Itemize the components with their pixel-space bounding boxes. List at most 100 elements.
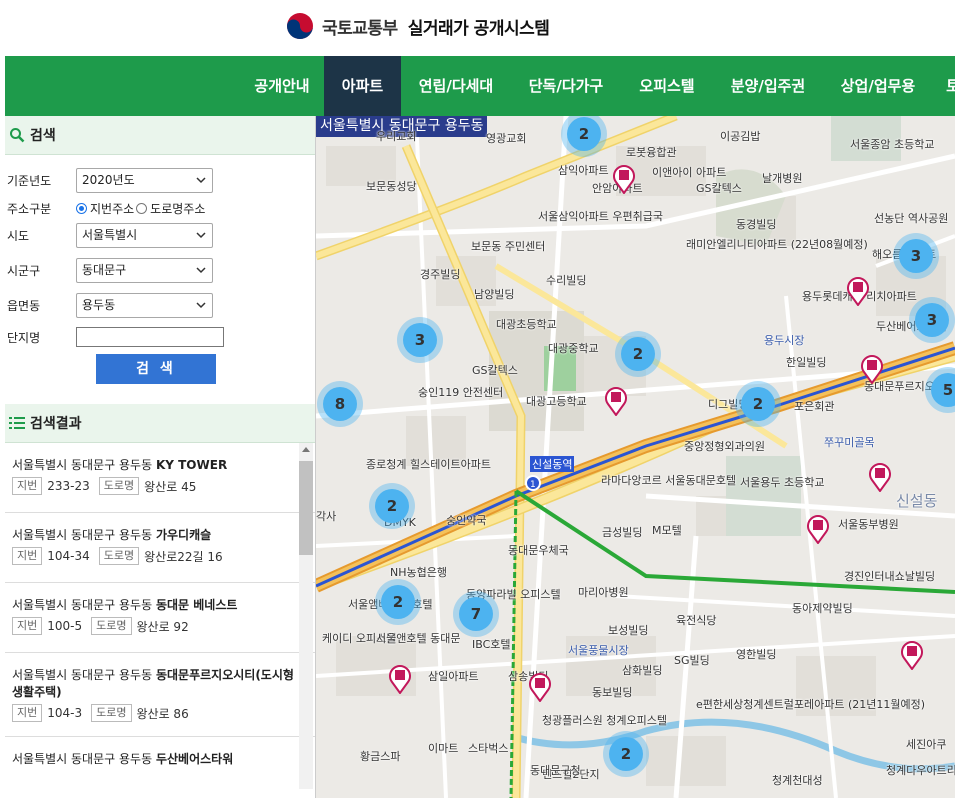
map-label: 남양빌딩 bbox=[474, 288, 515, 301]
trade-cluster[interactable]: 7 bbox=[459, 597, 493, 631]
map-label: 삼화빌딩 bbox=[622, 664, 663, 677]
map-label: 보성빌딩 bbox=[608, 624, 649, 637]
complex-label: 단지명 bbox=[7, 330, 41, 345]
road-value: 왕산로22길 16 bbox=[144, 549, 223, 564]
trade-cluster[interactable]: 8 bbox=[323, 387, 357, 421]
result-item[interactable]: 서울특별시 동대문구 용두동 두산베어스타워 bbox=[5, 737, 315, 789]
search-button[interactable]: 검 색 bbox=[96, 354, 216, 384]
map-label: 삼익아파트 bbox=[558, 164, 609, 177]
map-label: 우리교회 bbox=[376, 130, 417, 143]
map-label: 영한빌딩 bbox=[736, 648, 777, 661]
main-nav: 공개안내 아파트 연립/다세대 단독/다가구 오피스텔 분양/입주권 상업/업무… bbox=[5, 56, 955, 116]
apartment-pin-icon[interactable] bbox=[806, 514, 830, 544]
jibun-tag: 지번 bbox=[12, 617, 43, 635]
sido-select[interactable]: 서울특별시 bbox=[76, 223, 213, 248]
map-label: 영광교회 bbox=[486, 132, 527, 145]
nav-item-detached[interactable]: 단독/다가구 bbox=[511, 56, 621, 116]
jibun-value: 233-23 bbox=[47, 479, 90, 493]
map-label: 대광중학교 bbox=[548, 342, 599, 355]
map-view[interactable]: 1 서울특별시 동대문구 용두동 우리교회 영광교회 보문동성당 서울삼익아파트… bbox=[316, 116, 955, 798]
trade-cluster[interactable]: 2 bbox=[741, 387, 775, 421]
trade-cluster[interactable]: 3 bbox=[899, 239, 933, 273]
nav-item-apartment[interactable]: 아파트 bbox=[324, 56, 401, 116]
map-label: 이마트 bbox=[428, 742, 459, 755]
result-address: 서울특별시 동대문구 용두동 bbox=[12, 528, 153, 542]
dong-select-value: 용두동 bbox=[82, 298, 116, 312]
jibun-tag: 지번 bbox=[12, 704, 43, 722]
jibun-value: 100-5 bbox=[47, 619, 83, 633]
nav-item-notice[interactable]: 공개안내 bbox=[237, 56, 327, 116]
chevron-down-icon bbox=[196, 302, 206, 309]
jibun-radio-label: 지번주소 bbox=[90, 201, 135, 216]
trade-cluster[interactable]: 3 bbox=[403, 323, 437, 357]
result-address: 서울특별시 동대문구 용두동 bbox=[12, 458, 153, 472]
result-address: 서울특별시 동대문구 용두동 bbox=[12, 668, 153, 682]
map-label: 동아제약빌딩 bbox=[792, 602, 853, 615]
chevron-down-icon bbox=[196, 267, 206, 274]
trade-cluster[interactable]: 2 bbox=[567, 117, 601, 151]
map-label: 숭인119 안전센터 bbox=[418, 386, 504, 399]
trade-cluster[interactable]: 3 bbox=[915, 303, 949, 337]
map-label: 대광초등학교 bbox=[496, 318, 557, 331]
trade-cluster[interactable]: 2 bbox=[375, 489, 409, 523]
result-item[interactable]: 서울특별시 동대문구 용두동 동대문 베네스트 지번 100-5 도로명 왕산로 92 bbox=[5, 583, 315, 653]
map-label: 한일빌딩 bbox=[786, 356, 827, 369]
apartment-pin-icon[interactable] bbox=[860, 354, 884, 384]
map-label: 서울동부병원 bbox=[838, 518, 899, 531]
results-scroll-thumb[interactable] bbox=[299, 461, 313, 555]
apartment-pin-icon[interactable] bbox=[388, 664, 412, 694]
result-item[interactable]: 서울특별시 동대문구 용두동 가우디캐슬 지번 104-34 도로명 왕산로22길 1… bbox=[5, 513, 315, 583]
road-tag: 도로명 bbox=[91, 617, 132, 635]
road-value: 왕산로 86 bbox=[136, 706, 189, 721]
map-label: 쭈꾸미골목 bbox=[824, 436, 875, 449]
map-label: 동경빌딩 bbox=[736, 218, 777, 231]
road-radio-label: 도로명주소 bbox=[150, 201, 206, 216]
nav-item-commercial[interactable]: 상업/업무용 bbox=[823, 56, 933, 116]
site-logo[interactable]: 국토교통부 실거래가 공개시스템 bbox=[286, 10, 550, 42]
jibun-tag: 지번 bbox=[12, 477, 43, 495]
list-icon bbox=[9, 417, 25, 429]
result-item[interactable]: 서울특별시 동대문구 용두동 동대문푸르지오시티(도시형생활주택) 지번 104-… bbox=[5, 653, 315, 737]
results-list: 서울특별시 동대문구 용두동 KY TOWER 지번 233-23 도로명 왕산로 4… bbox=[5, 443, 315, 789]
result-item[interactable]: 서울특별시 동대문구 용두동 KY TOWER 지번 233-23 도로명 왕산로 4… bbox=[5, 443, 315, 513]
map-label: 동보빌딩 bbox=[592, 686, 633, 699]
station-label: 신설동역 bbox=[530, 456, 575, 472]
map-label: 서울삼익아파트 우편취급국 bbox=[538, 210, 663, 223]
nav-item-presale[interactable]: 분양/입주권 bbox=[713, 56, 823, 116]
map-label: 경주빌딩 bbox=[420, 268, 461, 281]
trade-cluster[interactable]: 2 bbox=[621, 337, 655, 371]
nav-item-land[interactable]: 토 bbox=[943, 56, 955, 116]
apartment-pin-icon[interactable] bbox=[900, 640, 924, 670]
road-value: 왕산로 45 bbox=[144, 479, 197, 494]
results-section-header: 검색결과 bbox=[5, 404, 315, 443]
map-label: 날개병원 bbox=[762, 172, 803, 185]
trade-cluster[interactable]: 2 bbox=[381, 585, 415, 619]
trade-cluster[interactable]: 2 bbox=[609, 737, 643, 771]
map-label: 청계다우아트리 bbox=[886, 764, 955, 777]
road-radio[interactable] bbox=[136, 202, 148, 214]
map-label: 서울종암 초등학교 bbox=[850, 138, 935, 151]
map-label: 중앙정형외과의원 bbox=[684, 440, 765, 453]
complex-name-input[interactable] bbox=[76, 327, 224, 347]
system-title: 실거래가 공개시스템 bbox=[407, 18, 550, 39]
map-label: 로봇융합관 bbox=[626, 146, 677, 159]
dong-select[interactable]: 용두동 bbox=[76, 293, 213, 318]
map-label: NH농협은행 bbox=[390, 566, 447, 579]
sigungu-select[interactable]: 동대문구 bbox=[76, 258, 213, 283]
apartment-pin-icon[interactable] bbox=[612, 164, 636, 194]
nav-item-officetel[interactable]: 오피스텔 bbox=[621, 56, 713, 116]
nav-item-rowhouse[interactable]: 연립/다세대 bbox=[401, 56, 511, 116]
scroll-up-arrow-icon[interactable] bbox=[302, 447, 310, 452]
year-select[interactable]: 2020년도 bbox=[76, 168, 213, 193]
apartment-pin-icon[interactable] bbox=[528, 672, 552, 702]
map-label: 청광플러스원 청계오피스텔 bbox=[542, 714, 667, 727]
road-value: 왕산로 92 bbox=[136, 619, 189, 634]
apartment-pin-icon[interactable] bbox=[868, 462, 892, 492]
apartment-pin-icon[interactable] bbox=[846, 276, 870, 306]
map-label: 서울풍물시장 bbox=[568, 644, 629, 657]
apartment-pin-icon[interactable] bbox=[604, 386, 628, 416]
jibun-radio[interactable] bbox=[76, 202, 87, 214]
results-section-title: 검색결과 bbox=[30, 416, 82, 432]
map-label: 황금스파 bbox=[360, 750, 401, 763]
map-label: 보문동성당 bbox=[366, 180, 417, 193]
